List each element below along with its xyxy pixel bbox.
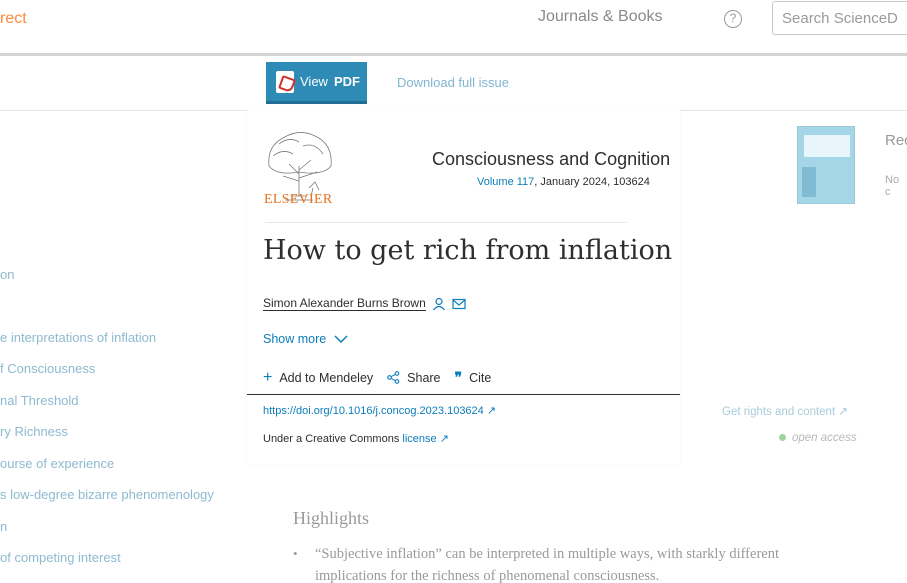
download-full-issue-link[interactable]: Download full issue (397, 75, 509, 90)
open-access-dot-icon (779, 434, 786, 442)
top-navigation-bar: rect Journals & Books ? Search ScienceD (0, 0, 907, 56)
get-rights-label: Get rights and content (722, 406, 836, 418)
person-icon[interactable] (432, 297, 446, 311)
cover-stripe (802, 167, 816, 197)
article-actions: + Add to Mendeley Share ❞ Cite (263, 369, 491, 386)
outline-item[interactable]: nal Threshold (0, 393, 79, 408)
show-more-label: Show more (263, 332, 327, 346)
highlight-item: “Subjective inflation” can be interprete… (293, 543, 793, 583)
mendeley-label: Add to Mendeley (279, 370, 374, 385)
highlights-heading: Highlights (293, 508, 370, 528)
volume-link[interactable]: Volume 117 (477, 176, 534, 188)
volume-date: , January 2024, 103624 (534, 176, 650, 188)
external-link-icon: ↗ (486, 405, 497, 417)
recommended-heading: Rec (885, 132, 907, 149)
quote-icon: ❞ (454, 369, 463, 385)
outline-item[interactable]: n (0, 519, 7, 534)
view-pdf-label-1: View (300, 74, 328, 89)
outline-item[interactable]: ourse of experience (0, 456, 114, 471)
header-divider (265, 222, 627, 223)
doi-link[interactable]: https://doi.org/10.1016/j.concog.2023.10… (263, 404, 496, 417)
chevron-down-icon (334, 334, 348, 343)
article-title: How to get rich from inflation (263, 235, 673, 266)
add-to-mendeley-button[interactable]: + Add to Mendeley (263, 368, 374, 386)
outline-item[interactable]: ry Richness (0, 424, 68, 439)
journal-cover-thumbnail[interactable] (797, 126, 855, 204)
help-icon[interactable]: ? (724, 10, 742, 28)
share-button[interactable]: Share (387, 370, 441, 385)
plus-icon: + (263, 368, 273, 386)
cover-title-block (804, 135, 850, 157)
doi-text: https://doi.org/10.1016/j.concog.2023.10… (263, 405, 484, 417)
view-pdf-label-2: PDF (333, 74, 360, 89)
view-pdf-button[interactable]: View PDF (266, 62, 367, 104)
open-access-label: open access (792, 432, 857, 444)
outline-item[interactable]: on (0, 267, 14, 282)
license-link[interactable]: license ↗ (402, 433, 449, 445)
article-header-card: ELSEVIER Consciousness and Cognition Vol… (247, 110, 680, 464)
get-rights-link[interactable]: Get rights and content ↗ (722, 404, 848, 418)
outline-item[interactable]: s low-degree bizarre phenomenology (0, 487, 214, 502)
volume-info: Volume 117, January 2024, 103624 (477, 176, 650, 188)
journals-books-link[interactable]: Journals & Books (538, 8, 663, 26)
recommended-subtext: No c (885, 174, 900, 198)
article-toolbar: View PDF Download full issue (0, 59, 907, 111)
journal-title[interactable]: Consciousness and Cognition (432, 149, 670, 170)
cite-label: Cite (469, 370, 492, 385)
email-icon[interactable] (452, 298, 466, 310)
outline-item[interactable]: e interpretations of inflation (0, 330, 156, 345)
outline-item[interactable]: f Consciousness (0, 361, 95, 376)
pdf-icon (276, 70, 294, 93)
license-prefix: Under a Creative Commons (263, 433, 403, 445)
share-label: Share (407, 370, 441, 385)
author-name[interactable]: Simon Alexander Burns Brown (263, 296, 426, 311)
cite-button[interactable]: ❞ Cite (455, 369, 492, 386)
share-icon (387, 371, 400, 384)
license-link-label: license (402, 433, 437, 445)
outline-item[interactable]: of competing interest (0, 550, 121, 565)
license-line: Under a Creative Commons license ↗ (263, 432, 449, 445)
show-more-button[interactable]: Show more (263, 332, 348, 346)
author-row: Simon Alexander Burns Brown (263, 296, 466, 311)
open-access-badge: open access (779, 432, 857, 444)
external-link-icon: ↗ (838, 406, 848, 418)
sciencedirect-logo[interactable]: rect (0, 10, 27, 28)
elsevier-wordmark[interactable]: ELSEVIER (264, 192, 333, 208)
search-input[interactable]: Search ScienceD (772, 1, 907, 35)
actions-divider (247, 394, 680, 395)
